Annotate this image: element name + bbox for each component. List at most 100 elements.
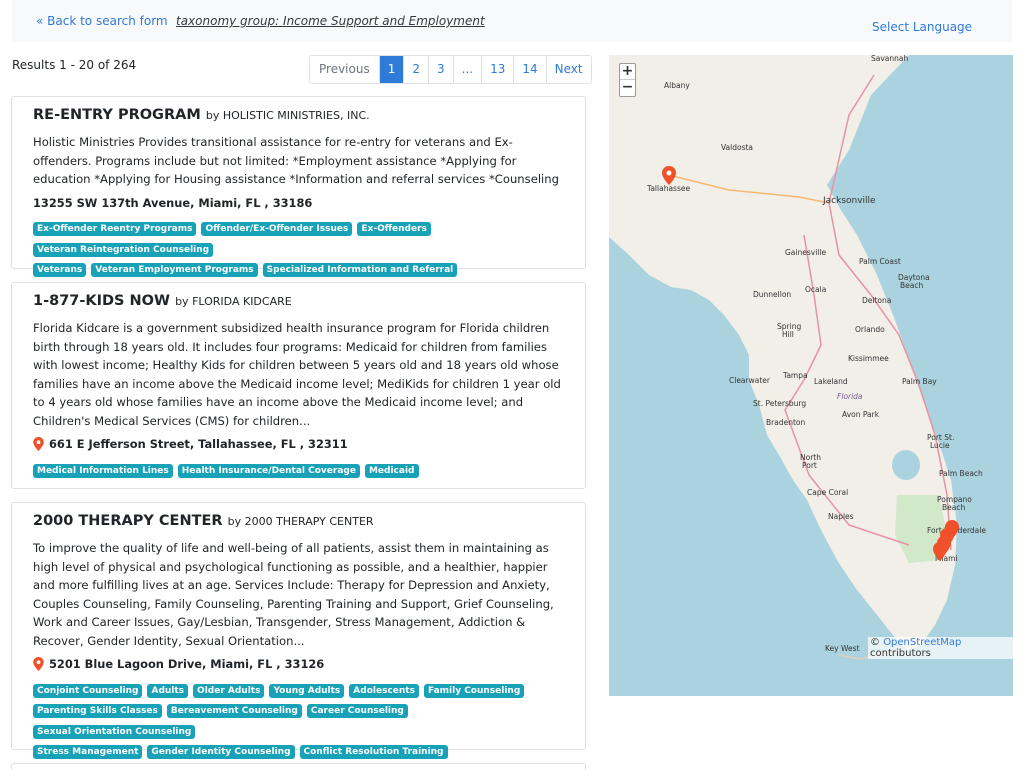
place-label: Palm Bay	[902, 377, 937, 386]
listing-description: To improve the quality of life and well-…	[33, 541, 554, 648]
listing-provider: by 2000 THERAPY CENTER	[227, 515, 374, 528]
tag[interactable]: Medicaid	[364, 463, 419, 478]
listing-address: 5201 Blue Lagoon Drive, Miami, FL , 3312…	[33, 657, 564, 671]
lake-area	[892, 450, 920, 480]
tag[interactable]: Bereavement Counseling	[166, 704, 302, 718]
tag[interactable]: Veteran Employment Programs	[91, 263, 258, 277]
place-label: Orlando	[855, 325, 885, 334]
tag[interactable]: Medical Information Lines	[33, 463, 173, 478]
map-zoom-control: + −	[619, 63, 636, 97]
zoom-out-button[interactable]: −	[620, 80, 635, 96]
place-label: Beach	[900, 281, 923, 290]
zoom-in-button[interactable]: +	[620, 64, 635, 80]
place-label: Bradenton	[766, 418, 805, 427]
map-tiles[interactable]: Savannah Albany Valdosta Tallahassee Jac…	[609, 55, 1013, 696]
listing-address-text: 13255 SW 137th Avenue, Miami, FL , 33186	[33, 195, 313, 210]
place-label: Savannah	[871, 55, 908, 63]
listing-card	[11, 763, 586, 770]
tag[interactable]: Ex-Offenders	[357, 222, 431, 236]
pagination-page-14[interactable]: 14	[514, 56, 547, 83]
place-label: Clearwater	[729, 376, 771, 385]
place-label: Jacksonville	[822, 196, 876, 206]
tag[interactable]: Specialized Information and Referral	[262, 263, 458, 277]
top-bar: « Back to search form taxonomy group: In…	[12, 0, 1012, 42]
place-label: St. Petersburg	[753, 399, 806, 408]
place-label: Ocala	[805, 285, 826, 294]
listing-title-link[interactable]: RE-ENTRY PROGRAM	[33, 107, 201, 123]
listing-address-text: 661 E Jefferson Street, Tallahassee, FL …	[49, 437, 348, 451]
results-count: Results 1 - 20 of 264	[12, 58, 137, 72]
tag[interactable]: Gender Identity Counseling	[147, 745, 295, 759]
pagination-page-13[interactable]: 13	[482, 56, 515, 83]
tag[interactable]: Older Adults	[193, 683, 265, 698]
pagination-next[interactable]: Next	[546, 56, 591, 83]
listing-tags: Ex-Offender Reentry Programs Offender/Ex-…	[33, 219, 564, 281]
place-label: Key West	[825, 644, 859, 653]
place-label: Port	[802, 461, 817, 470]
tag[interactable]: Health Insurance/Dental Coverage	[177, 463, 360, 478]
map-marker-icon	[33, 657, 44, 671]
pagination-page-3[interactable]: 3	[429, 56, 454, 83]
place-label: Gainesville	[785, 248, 826, 257]
place-label: Deltona	[862, 296, 891, 305]
tag[interactable]: Adolescents	[349, 683, 419, 698]
place-label: Kissimmee	[848, 354, 889, 363]
place-label: Avon Park	[842, 410, 880, 419]
place-label: Valdosta	[721, 143, 753, 152]
tag[interactable]: Veteran Reintegration Counseling	[33, 242, 214, 257]
listing-title-link[interactable]: 1-877-KIDS NOW	[33, 293, 170, 309]
listing-title-line: 2000 THERAPY CENTER by 2000 THERAPY CENT…	[33, 513, 564, 529]
listing-title-line: 1-877-KIDS NOW by FLORIDA KIDCARE	[33, 293, 564, 309]
place-label: Lakeland	[814, 377, 848, 386]
listing-title-link[interactable]: 2000 THERAPY CENTER	[33, 513, 223, 529]
listing-address: 661 E Jefferson Street, Tallahassee, FL …	[33, 437, 564, 451]
place-label: Naples	[828, 512, 854, 521]
tag[interactable]: Ex-Offender Reentry Programs	[33, 222, 197, 236]
listing-description: Florida Kidcare is a government subsidiz…	[33, 321, 561, 428]
listing-provider: by HOLISTIC MINISTRIES, INC.	[205, 109, 370, 122]
place-label: Albany	[664, 81, 690, 90]
pagination-page-1[interactable]: 1	[379, 56, 405, 83]
place-label: Tallahassee	[646, 184, 690, 193]
listing-description: Holistic Ministries Provides transitiona…	[33, 135, 559, 186]
listing-card: RE-ENTRY PROGRAM by HOLISTIC MINISTRIES,…	[11, 96, 586, 277]
tag[interactable]: Conjoint Counseling	[33, 683, 143, 698]
tag[interactable]: Family Counseling	[423, 683, 525, 698]
back-to-search-link[interactable]: « Back to search form	[36, 14, 168, 28]
tag[interactable]: Veterans	[33, 263, 87, 277]
tag[interactable]: Career Counseling	[306, 704, 408, 718]
place-label: Palm Coast	[859, 257, 901, 266]
listing-card: 1-877-KIDS NOW by FLORIDA KIDCARE Florid…	[11, 282, 586, 489]
select-language-link[interactable]: Select Language	[872, 20, 972, 34]
results-map[interactable]: Savannah Albany Valdosta Tallahassee Jac…	[609, 55, 1013, 696]
pagination-page-2[interactable]: 2	[404, 56, 429, 83]
place-label: Dunnellon	[753, 290, 791, 299]
openstreetmap-link[interactable]: OpenStreetMap	[883, 637, 961, 648]
listing-address-text: 5201 Blue Lagoon Drive, Miami, FL , 3312…	[49, 657, 325, 671]
listing-address: 13255 SW 137th Avenue, Miami, FL , 33186	[33, 196, 564, 210]
tag[interactable]: Stress Management	[33, 745, 143, 759]
listing-title-line: RE-ENTRY PROGRAM by HOLISTIC MINISTRIES,…	[33, 107, 564, 123]
marker-dot	[666, 170, 672, 176]
place-label: Hill	[782, 330, 794, 339]
pagination: Previous 1 2 3 ... 13 14 Next	[309, 55, 592, 84]
place-label: Palm Beach	[939, 469, 983, 478]
place-label: Cape Coral	[807, 488, 848, 497]
taxonomy-breadcrumb[interactable]: taxonomy group: Income Support and Emplo…	[176, 14, 485, 28]
map-marker-icon	[33, 437, 44, 451]
place-label: Beach	[942, 503, 965, 512]
attribution-suffix: contributors	[870, 648, 931, 659]
listing-provider: by FLORIDA KIDCARE	[175, 295, 292, 308]
tag[interactable]: Sexual Orientation Counseling	[33, 724, 196, 739]
place-label: Lucie	[930, 441, 950, 450]
pagination-previous[interactable]: Previous	[310, 56, 380, 83]
tag[interactable]: Young Adults	[269, 683, 345, 698]
listing-card: 2000 THERAPY CENTER by 2000 THERAPY CENT…	[11, 502, 586, 759]
tag[interactable]: Conflict Resolution Training	[299, 745, 448, 759]
tag[interactable]: Adults	[147, 683, 189, 698]
pagination-ellipsis: ...	[453, 56, 483, 83]
tag[interactable]: Parenting Skills Classes	[33, 704, 162, 718]
tag[interactable]: Offender/Ex-Offender Issues	[201, 222, 353, 236]
place-label: Tampa	[782, 371, 808, 380]
place-label: Florida	[837, 392, 863, 401]
